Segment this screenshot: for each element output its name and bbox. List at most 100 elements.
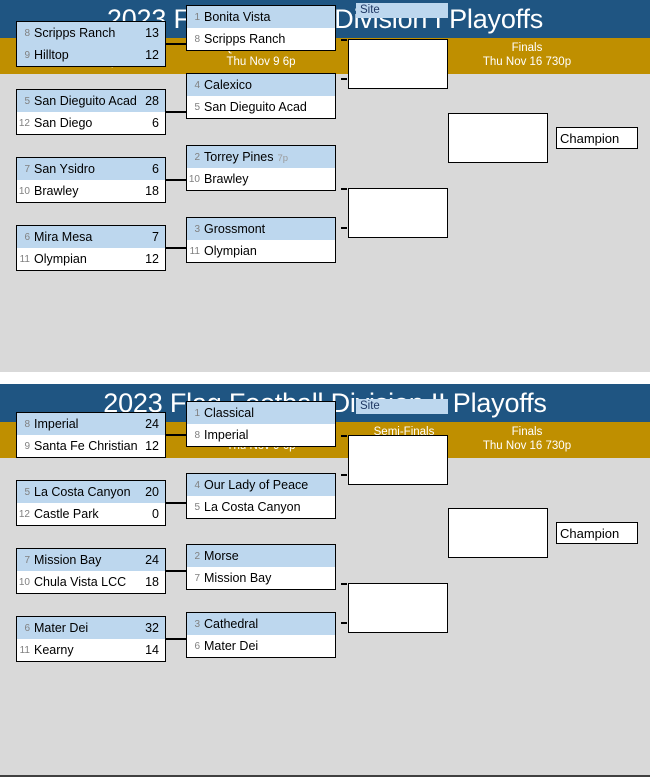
connector-r1-qf (166, 43, 186, 45)
team-seed: 5 (194, 501, 200, 513)
team-row[interactable]: 8 Imperial (187, 424, 335, 446)
team-row[interactable]: 1 Bonita Vista (187, 6, 335, 28)
semifinal-box-2[interactable] (348, 188, 448, 238)
team-name: Chula Vista LCC (34, 575, 127, 589)
connector-r1-qf (166, 434, 186, 436)
team-name: Hilltop (34, 48, 69, 62)
site-label-semifinals: Site (356, 3, 448, 18)
quarterfinal-match-4[interactable]: 3 Grossmont 11 Olympian (186, 217, 336, 263)
round1-match-2[interactable]: 5 San Dieguito Acad 28 12 San Diego 6 (16, 89, 166, 135)
quarterfinal-match-4[interactable]: 3 Cathedral 6 Mater Dei (186, 612, 336, 658)
team-row[interactable]: 8 Scripps Ranch (187, 28, 335, 50)
team-row[interactable]: 11 Kearny 14 (17, 639, 165, 661)
round1-match-3[interactable]: 7 San Ysidro 6 10 Brawley 18 (16, 157, 166, 203)
team-seed: 6 (24, 231, 30, 243)
team-row[interactable]: 2 Morse (187, 545, 335, 567)
team-score: 12 (145, 439, 159, 453)
team-seed: 8 (194, 429, 200, 441)
quarterfinal-match-1[interactable]: 1 Bonita Vista 8 Scripps Ranch (186, 5, 336, 51)
team-row[interactable]: 2 Torrey Pines 7p (187, 146, 335, 168)
connector-r1-qf (166, 111, 186, 113)
quarterfinal-match-3[interactable]: 2 Morse 7 Mission Bay (186, 544, 336, 590)
team-row[interactable]: 7 Mission Bay (187, 567, 335, 589)
team-name: La Costa Canyon (34, 485, 131, 499)
team-row[interactable]: 10 Brawley (187, 168, 335, 190)
final-box[interactable] (448, 113, 548, 163)
site-text: Site (360, 400, 380, 412)
team-row[interactable]: 6 Mater Dei (187, 635, 335, 657)
semifinal-box-1[interactable] (348, 435, 448, 485)
team-row[interactable]: 6 Mira Mesa 7 (17, 226, 165, 248)
game-time: 7p (277, 153, 289, 164)
team-name: San Dieguito Acad (204, 100, 307, 114)
team-name: Imperial (34, 417, 79, 431)
team-seed: 12 (18, 117, 30, 129)
round1-match-4[interactable]: 6 Mira Mesa 7 11 Olympian 12 (16, 225, 166, 271)
team-name: Our Lady of Peace (204, 478, 309, 492)
team-seed: 9 (24, 440, 30, 452)
team-row[interactable]: 12 Castle Park 0 (17, 503, 165, 525)
team-row[interactable]: 4 Calexico (187, 74, 335, 96)
connector-qf-sf (341, 227, 347, 229)
team-name: Cathedral (204, 617, 259, 631)
round-name: Finals (511, 42, 543, 54)
team-row[interactable]: 7 San Ysidro 6 (17, 158, 165, 180)
round-header-finals: Finals Thu Nov 16 730p (462, 38, 592, 69)
team-score: 14 (145, 643, 159, 657)
quarterfinal-match-2[interactable]: 4 Our Lady of Peace 5 La Costa Canyon (186, 473, 336, 519)
team-row[interactable]: 3 Grossmont (187, 218, 335, 240)
team-seed: 7 (24, 163, 30, 175)
team-seed: 11 (189, 245, 200, 257)
team-name: Brawley (34, 184, 79, 198)
round1-match-4[interactable]: 6 Mater Dei 32 11 Kearny 14 (16, 616, 166, 662)
team-name: Mater Dei (204, 639, 259, 653)
team-score: 12 (145, 48, 159, 62)
connector-r1-qf (166, 638, 186, 640)
team-row[interactable]: 5 La Costa Canyon 20 (17, 481, 165, 503)
team-row[interactable]: 11 Olympian 12 (17, 248, 165, 270)
team-row[interactable]: 8 Imperial 24 (17, 413, 165, 435)
team-row[interactable]: 10 Chula Vista LCC 18 (17, 571, 165, 593)
team-seed: 2 (194, 550, 200, 562)
connector-qf-sf (341, 583, 347, 585)
team-seed: 5 (194, 101, 200, 113)
quarterfinal-match-3[interactable]: 2 Torrey Pines 7p 10 Brawley (186, 145, 336, 191)
team-row[interactable]: 8 Scripps Ranch 13 (17, 22, 165, 44)
team-seed: 1 (194, 11, 200, 23)
round1-match-2[interactable]: 5 La Costa Canyon 20 12 Castle Park 0 (16, 480, 166, 526)
quarterfinal-match-1[interactable]: 1 Classical 8 Imperial (186, 401, 336, 447)
team-row[interactable]: 7 Mission Bay 24 (17, 549, 165, 571)
round1-match-1[interactable]: 8 Scripps Ranch 13 9 Hilltop 12 (16, 21, 166, 67)
team-seed: 4 (194, 79, 200, 91)
team-row[interactable]: 11 Olympian (187, 240, 335, 262)
team-row[interactable]: 6 Mater Dei 32 (17, 617, 165, 639)
team-row[interactable]: 1 Classical (187, 402, 335, 424)
team-row[interactable]: 10 Brawley 18 (17, 180, 165, 202)
team-row[interactable]: 4 Our Lady of Peace (187, 474, 335, 496)
semifinal-box-1[interactable] (348, 39, 448, 89)
team-row[interactable]: 9 Santa Fe Christian 12 (17, 435, 165, 457)
team-name: San Diego (34, 116, 93, 130)
team-score: 28 (145, 94, 159, 108)
final-box[interactable] (448, 508, 548, 558)
team-row[interactable]: 5 La Costa Canyon (187, 496, 335, 518)
team-row[interactable]: 3 Cathedral (187, 613, 335, 635)
team-seed: 3 (194, 618, 200, 630)
team-row[interactable]: 5 San Dieguito Acad 28 (17, 90, 165, 112)
round1-match-1[interactable]: 8 Imperial 24 9 Santa Fe Christian 12 (16, 412, 166, 458)
team-seed: 5 (24, 95, 30, 107)
quarterfinal-match-2[interactable]: 4 Calexico 5 San Dieguito Acad (186, 73, 336, 119)
team-seed: 2 (194, 151, 200, 163)
team-row[interactable]: 5 San Dieguito Acad (187, 96, 335, 118)
team-name: Mission Bay (34, 553, 102, 567)
round1-match-3[interactable]: 7 Mission Bay 24 10 Chula Vista LCC 18 (16, 548, 166, 594)
team-row[interactable]: 12 San Diego 6 (17, 112, 165, 134)
semifinal-box-2[interactable] (348, 583, 448, 633)
champion-box[interactable]: Champion (556, 522, 638, 544)
team-score: 6 (152, 162, 159, 176)
team-score: 12 (145, 252, 159, 266)
team-seed: 9 (24, 49, 30, 61)
team-seed: 8 (24, 418, 30, 430)
champion-box[interactable]: Champion (556, 127, 638, 149)
team-row[interactable]: 9 Hilltop 12 (17, 44, 165, 66)
